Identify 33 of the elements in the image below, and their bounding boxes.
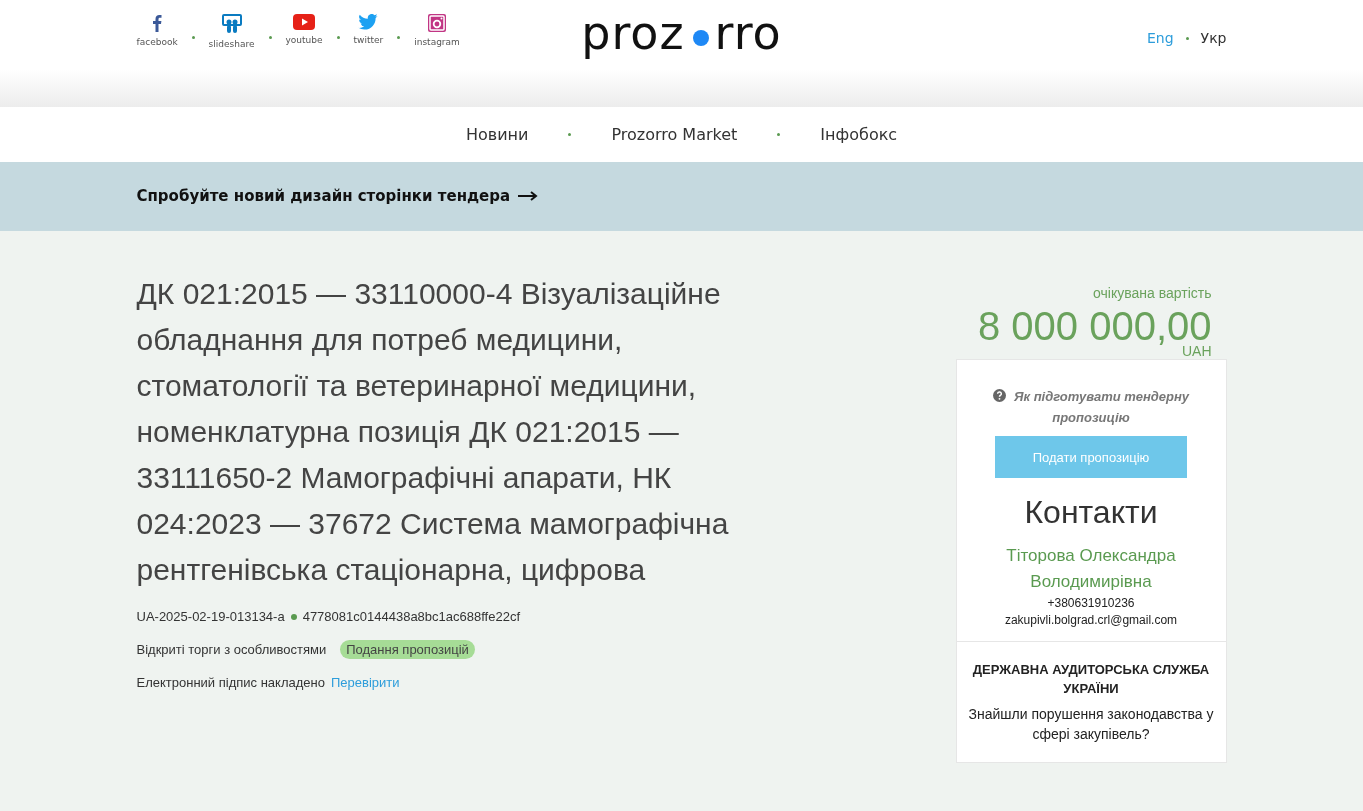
youtube-icon: [293, 14, 315, 30]
social-link[interactable]: facebook: [136, 14, 178, 47]
tender-title: ДК 021:2015 — 33110000-4 Візуалізаційне обладнання для потреб медицини, стоматології та ветеринарної медицини, номенклатурна позиція ДК 021:2015 — 33111650-2 Мамографічні апарати, НК 024:2023 — 37672 Система мамографічна рентгенівська стаціонарна, цифрова: [136, 276, 730, 588]
question-icon: [992, 389, 1006, 402]
audit-title: ДЕРЖАВНА АУДИТОРСЬКА СЛУЖБА УКРАЇНИ: [971, 661, 1211, 698]
social-link[interactable]: twitter: [353, 14, 384, 45]
status-badge: Подання пропозицій: [340, 640, 475, 659]
nav-link[interactable]: Новини: [465, 125, 529, 144]
tender-hash: 4778081c0144438a8bc1ac688ffe22cf: [302, 609, 520, 624]
instagram-icon: [428, 14, 447, 32]
nav-link[interactable]: Інфобокс: [820, 125, 898, 144]
logo[interactable]: proz rro: [581, 0, 782, 60]
contact-name: Тіторова Олександра Володимирівна: [1005, 545, 1177, 593]
contacts-title: Контакти: [1024, 494, 1158, 531]
currency: UAH: [1181, 343, 1213, 359]
social-link[interactable]: instagram: [414, 14, 460, 47]
contact-email: zakupivli.bolgrad.crl@gmail.com: [1004, 612, 1178, 629]
language-link[interactable]: Укр: [1200, 30, 1227, 46]
tender-id: UA-2025-02-19-013134-a: [136, 609, 285, 624]
signature-text: Електронний підпис накладено: [136, 675, 325, 690]
arrow-right-icon: [518, 191, 539, 201]
new-design-link[interactable]: Спробуйте новий дизайн сторінки тендера: [136, 162, 539, 205]
slideshare-icon: [221, 14, 242, 34]
social-link[interactable]: youtube: [285, 14, 323, 45]
help-link[interactable]: Як підготувати тендерну пропозицію: [991, 386, 1191, 428]
audit-text: Знайшли порушення законодавства у сфері закупівель?: [967, 705, 1215, 744]
social-link[interactable]: slideshare: [208, 14, 255, 49]
nav-link[interactable]: Prozorro Market: [611, 125, 738, 144]
facebook-icon: [152, 14, 163, 32]
procedure-type: Відкриті торги з особливостями: [136, 642, 327, 657]
bird-icon: [358, 14, 379, 30]
price-label: очікувана вартість: [1092, 285, 1213, 301]
contact-phone: +380631910236: [1047, 595, 1135, 612]
